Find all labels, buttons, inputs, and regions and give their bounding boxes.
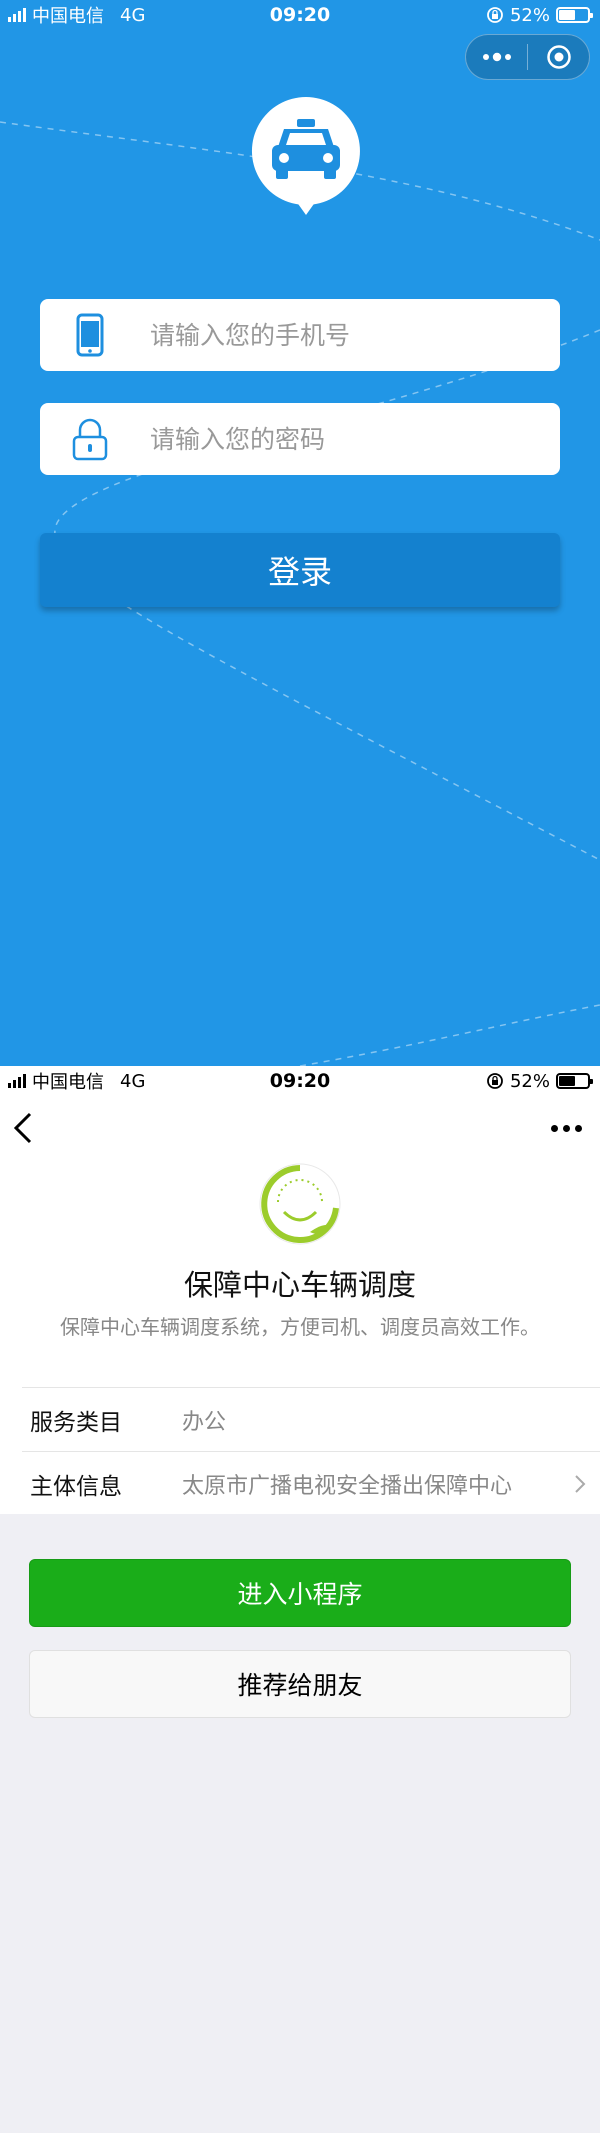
- info-row-value: 太原市广播电视安全播出保障中心: [182, 1473, 513, 1499]
- chevron-right-icon: [560, 1474, 600, 1494]
- battery-icon: [556, 1073, 593, 1089]
- app-name: 保障中心车辆调度: [183, 1268, 416, 1302]
- taxi-logo-icon: [250, 95, 362, 219]
- recommend-to-friend-button[interactable]: 推荐给朋友: [29, 1650, 571, 1718]
- info-row-label: 服务类目: [30, 1409, 122, 1436]
- status-bar: 中国电信 4G 09:20 52%: [0, 0, 600, 30]
- battery-percent: 52%: [509, 4, 550, 26]
- battery-icon: [556, 7, 593, 23]
- phone-field: [40, 299, 560, 371]
- close-target-icon[interactable]: [528, 35, 589, 79]
- password-input[interactable]: [140, 424, 540, 454]
- back-arrow-icon[interactable]: [12, 1108, 42, 1148]
- login-button[interactable]: 登录: [40, 533, 560, 607]
- battery-percent: 52%: [509, 1070, 550, 1092]
- rotation-lock-icon: [487, 7, 503, 23]
- profile-screen: 中国电信 4G 09:20 52% 保障中心车辆调度 保障中心车辆调度系统，方便…: [0, 1066, 600, 2133]
- rotation-lock-icon: [487, 1073, 503, 1089]
- login-screen: 中国电信 4G 09:20 52% 请输入您的手机号 登录: [0, 0, 600, 1066]
- entity-info-row[interactable]: 主体信息 太原市广播电视安全播出保障中心: [22, 1451, 600, 1515]
- more-dots-icon[interactable]: [551, 1116, 582, 1140]
- miniprogram-capsule: [465, 34, 590, 80]
- info-row-label: 主体信息: [30, 1473, 122, 1500]
- lock-icon: [40, 417, 140, 461]
- more-dots-icon[interactable]: [466, 35, 527, 79]
- profile-card: 中国电信 4G 09:20 52% 保障中心车辆调度 保障中心车辆调度系统，方便…: [0, 1066, 600, 1514]
- service-category-row: 服务类目 办公: [22, 1387, 600, 1451]
- info-row-value: 办公: [182, 1409, 227, 1435]
- phone-input[interactable]: [140, 320, 540, 350]
- app-description: 保障中心车辆调度系统，方便司机、调度员高效工作。: [60, 1315, 540, 1339]
- enter-miniprogram-button[interactable]: 进入小程序: [29, 1559, 571, 1627]
- phone-icon: [40, 313, 140, 357]
- app-logo-icon: [258, 1162, 342, 1246]
- password-field: [40, 403, 560, 475]
- status-bar: 中国电信 4G 09:20 52%: [0, 1066, 600, 1096]
